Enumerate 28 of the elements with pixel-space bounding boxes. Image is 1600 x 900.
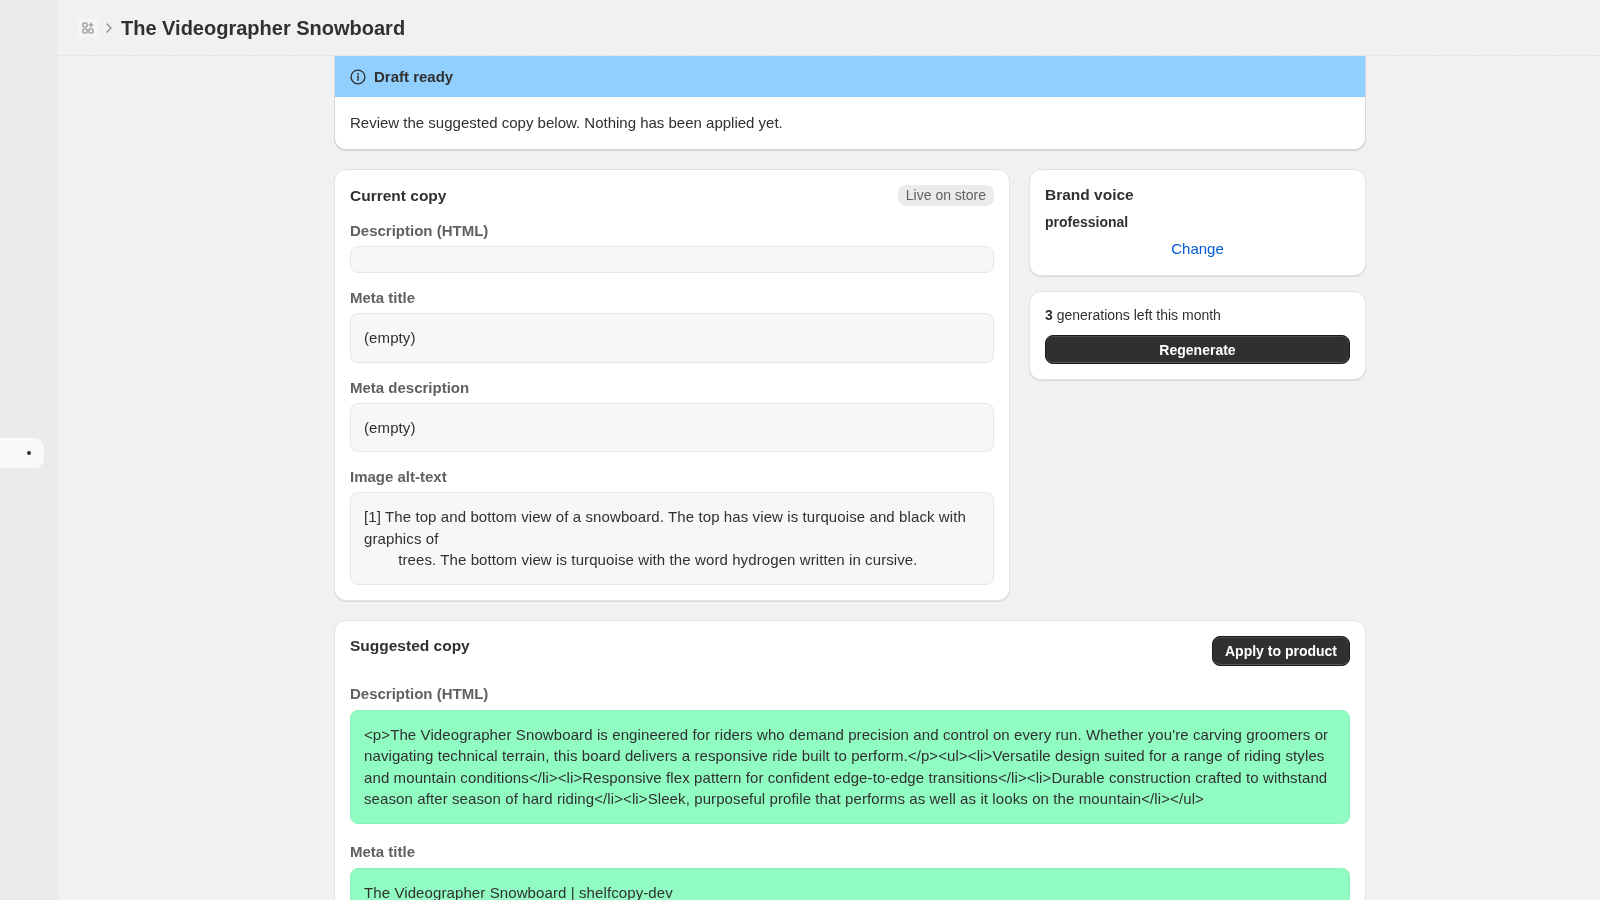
field-label: Meta description: [350, 378, 471, 397]
field-label: Description (HTML): [350, 684, 490, 703]
sidebar-handle[interactable]: [0, 438, 44, 468]
banner-message: Review the suggested copy below. Nothing has been applied yet.: [350, 113, 784, 133]
chevron-right-icon: [106, 22, 112, 33]
dot-icon: [27, 451, 31, 455]
change-link[interactable]: Change: [1171, 239, 1224, 259]
field-label: Image alt-text: [350, 468, 448, 486]
copy-preview: The Videographer Snowboard | shelfcopy-dev: [350, 867, 1350, 900]
section-title: Brand voice: [1045, 185, 1135, 205]
status-badge: Live on store: [897, 185, 994, 206]
banner-title: Draft ready: [374, 66, 454, 87]
section-title: Current copy: [350, 185, 447, 206]
regenerate-button[interactable]: Regenerate: [1045, 335, 1350, 364]
field-label: Meta title: [350, 289, 416, 307]
field-label: Meta title: [350, 842, 416, 861]
copy-preview: [1] The top and bottom view of a snowboard. The top has view is turquoise and black with graphics of trees. The bottom view is turquoise with the word hydrogen written in cursive.: [350, 492, 994, 585]
apply-button[interactable]: Apply to product: [1212, 635, 1350, 666]
copy-preview: (empty): [350, 313, 994, 363]
copy-preview: (empty): [350, 402, 994, 452]
voice-value: professional: [1045, 213, 1130, 231]
field-label: Description (HTML): [350, 222, 490, 240]
grid-icon[interactable]: [78, 17, 98, 38]
section-title: Suggested copy: [350, 635, 470, 656]
usage-text: 3 generations left this month: [1045, 307, 1222, 324]
page-title: The Videographer Snowboard: [121, 15, 406, 41]
info-icon: [350, 68, 366, 85]
copy-preview: <p>The Videographer Snowboard is engineered for riders who demand precision and control on every run. Whether you're carving groomers or navigating technical terrain, this board delivers a responsive ride built to perform.</p><ul><li>Versatile design suited for a range of riding styles and mountain conditions</li><li>Responsive flex pattern for confident edge-to-edge transitions</li><li>Durable construction crafted to withstand season after season of hard riding</li><li>Sleek, purposeful profile that performs as well as it looks on the mountain</li></ul>: [350, 709, 1350, 824]
